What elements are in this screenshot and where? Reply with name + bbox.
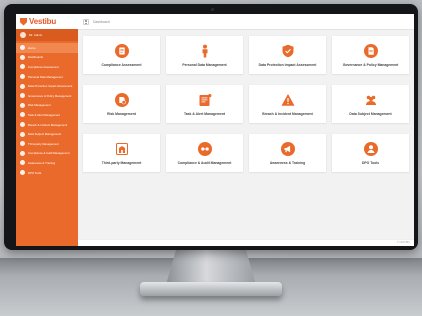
sidebar: Vestibu Mr. Admin Home Dashboards Compli… <box>16 14 78 246</box>
card-dpo-tools[interactable]: DPO Tools <box>332 134 409 172</box>
card-governance[interactable]: Governance & Policy Management <box>332 36 409 74</box>
sidebar-item-label: Awareness & Training <box>28 160 56 165</box>
user-profile[interactable]: Mr. Admin <box>16 29 78 41</box>
card-breach[interactable]: Breach & Incident Management <box>249 85 326 123</box>
sidebar-item-label: Risk Management <box>28 103 51 108</box>
sidebar-item-label: Third-party Management <box>28 141 59 146</box>
hamburger-icon[interactable] <box>83 18 89 25</box>
sidebar-nav: Home Dashboards Compliance Assessment Pe… <box>16 41 78 177</box>
app-screen: Vestibu Mr. Admin Home Dashboards Compli… <box>16 14 414 246</box>
users-icon <box>364 93 378 107</box>
card-label: Compliance & Audit Management <box>177 160 232 165</box>
sidebar-item-risk[interactable]: Risk Management <box>16 101 78 111</box>
sidebar-item-label: Home <box>28 45 36 50</box>
megaphone-icon <box>20 160 25 166</box>
card-label: Breach & Incident Management <box>262 111 313 116</box>
card-data-subject[interactable]: Data Subject Management <box>332 85 409 123</box>
document-icon <box>363 43 378 58</box>
clipboard-icon <box>20 64 25 70</box>
top-bar: Dashboard <box>78 14 414 30</box>
sidebar-item-label: Dashboards <box>28 55 44 60</box>
eye-icon <box>197 141 212 156</box>
risk-icon <box>20 102 25 108</box>
card-label: Governance & Policy Management <box>342 62 399 67</box>
card-third-party[interactable]: Third-party Management <box>83 134 160 172</box>
shield-check-icon <box>281 44 295 58</box>
monitor-stand-base <box>140 282 282 296</box>
dashboard-content: Compliance Assessment Personal Data Mana… <box>83 36 409 172</box>
sidebar-item-audit[interactable]: Compliance & Audit Management <box>16 149 78 159</box>
card-label: Data Protection Impact Assessment <box>258 62 317 67</box>
app-footer: © VESTIBU <box>78 239 414 246</box>
app-name: Vestibu <box>29 17 57 26</box>
card-dpia[interactable]: Data Protection Impact Assessment <box>249 36 326 74</box>
person-icon <box>20 74 25 80</box>
bell-icon <box>20 112 25 118</box>
sidebar-item-dpo-tools[interactable]: DPO Tools <box>16 168 78 178</box>
sidebar-item-label: Personal Data Management <box>28 74 63 79</box>
building-icon <box>115 142 129 156</box>
megaphone-icon <box>280 141 295 156</box>
sidebar-item-label: Governance & Policy Management <box>28 93 72 98</box>
person-icon <box>198 44 212 58</box>
card-label: Risk Management <box>107 111 136 116</box>
building-icon <box>20 141 25 147</box>
sidebar-item-data-subject[interactable]: Data Subject Management <box>16 129 78 139</box>
sidebar-item-label: Data Protection Impact Assessment <box>28 84 73 89</box>
breadcrumb: Dashboard <box>93 19 110 24</box>
card-label: Task & Alert Management <box>183 111 226 116</box>
document-icon <box>20 93 25 99</box>
sidebar-item-label: Compliance Assessment <box>28 64 59 69</box>
card-risk[interactable]: Risk Management <box>83 85 160 123</box>
sidebar-item-label: Breach & Incident Management <box>28 122 68 127</box>
card-label: DPO Tools <box>361 160 380 165</box>
sidebar-item-label: Task & Alert Management <box>28 112 60 117</box>
card-task-alert[interactable]: Task & Alert Management <box>166 85 243 123</box>
sidebar-item-dashboards[interactable]: Dashboards <box>16 53 78 63</box>
card-label: Personal Data Management <box>182 62 227 67</box>
dashboard-icon <box>20 54 25 60</box>
card-personal-data[interactable]: Personal Data Management <box>166 36 243 74</box>
shield-icon <box>20 83 25 89</box>
card-label: Third-party Management <box>101 160 142 165</box>
card-audit[interactable]: Compliance & Audit Management <box>166 134 243 172</box>
sidebar-item-label: DPO Tools <box>28 170 42 175</box>
sidebar-item-breach[interactable]: Breach & Incident Management <box>16 120 78 130</box>
home-icon <box>20 45 25 51</box>
card-label: Compliance Assessment <box>101 62 142 67</box>
monitor-stand <box>166 247 256 285</box>
tools-icon <box>20 170 25 176</box>
logo-shield-icon <box>20 17 27 26</box>
eye-icon <box>20 150 25 156</box>
user-name: Mr. Admin <box>29 33 43 37</box>
task-alert-icon <box>198 93 212 107</box>
dpo-icon <box>363 141 378 156</box>
sidebar-item-dpia[interactable]: Data Protection Impact Assessment <box>16 81 78 91</box>
card-awareness[interactable]: Awareness & Training <box>249 134 326 172</box>
monitor-bezel: Vestibu Mr. Admin Home Dashboards Compli… <box>4 4 418 250</box>
users-icon <box>20 131 25 137</box>
card-label: Awareness & Training <box>269 160 306 165</box>
user-avatar-icon <box>20 32 26 38</box>
warning-icon <box>20 122 25 128</box>
sidebar-item-task-alert[interactable]: Task & Alert Management <box>16 110 78 120</box>
sidebar-item-label: Compliance & Audit Management <box>28 151 70 156</box>
card-compliance-assessment[interactable]: Compliance Assessment <box>83 36 160 74</box>
clipboard-icon <box>114 43 129 58</box>
warning-icon <box>281 93 295 107</box>
sidebar-item-label: Data Subject Management <box>28 132 62 137</box>
sidebar-item-awareness[interactable]: Awareness & Training <box>16 158 78 168</box>
sidebar-item-home[interactable]: Home <box>16 43 78 53</box>
card-label: Data Subject Management <box>349 111 392 116</box>
sidebar-item-third-party[interactable]: Third-party Management <box>16 139 78 149</box>
camera-dot <box>211 8 214 11</box>
risk-icon <box>114 92 129 107</box>
sidebar-item-governance[interactable]: Governance & Policy Management <box>16 91 78 101</box>
sidebar-item-personal-data[interactable]: Personal Data Management <box>16 72 78 82</box>
app-logo[interactable]: Vestibu <box>16 14 78 29</box>
footer-text: © VESTIBU <box>396 241 410 244</box>
sidebar-item-compliance-assessment[interactable]: Compliance Assessment <box>16 62 78 72</box>
module-grid: Compliance Assessment Personal Data Mana… <box>83 36 409 172</box>
